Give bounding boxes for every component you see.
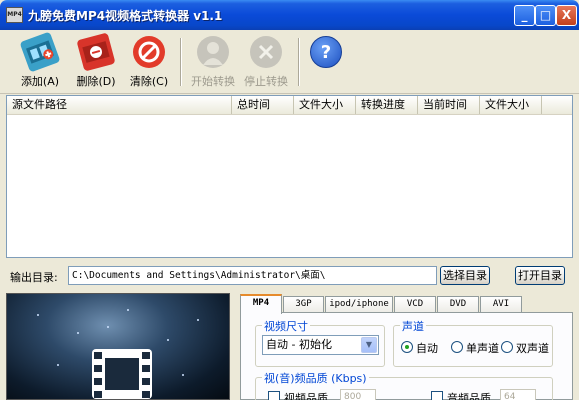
radio-auto-label: 自动 <box>416 342 438 355</box>
stop-icon <box>250 36 282 68</box>
toolbar-separator <box>180 38 182 86</box>
clear-button-label: 清除(C) <box>129 75 169 88</box>
audio-quality-label: 音频品质 <box>447 392 491 400</box>
video-size-select[interactable]: 自动 - 初始化 ▼ <box>262 335 379 355</box>
radio-stereo[interactable] <box>501 341 513 353</box>
clear-button[interactable]: 清除(C) <box>119 34 179 90</box>
column-source-path[interactable]: 源文件路径 <box>7 96 232 114</box>
person-start-icon <box>197 36 229 68</box>
help-icon: ? <box>310 36 342 68</box>
preview-star <box>167 339 169 341</box>
chevron-down-icon[interactable]: ▼ <box>361 337 377 353</box>
clear-icon <box>133 36 165 68</box>
audio-channel-group: 声道 自动 单声道 双声道 <box>393 318 553 367</box>
radio-stereo-label: 双声道 <box>516 342 549 355</box>
preview-star <box>77 332 79 334</box>
preview-star <box>127 309 129 311</box>
film-delete-icon <box>76 32 116 72</box>
video-size-group: 视频尺寸 自动 - 初始化 ▼ <box>255 318 385 367</box>
preview-star <box>57 364 59 366</box>
window-title: 九膀免费MP4视频格式转换器 v1.1 <box>28 9 223 23</box>
radio-mono-label: 单声道 <box>466 342 499 355</box>
add-button-label: 添加(A) <box>20 75 60 88</box>
tab-vcd[interactable]: VCD <box>394 296 436 313</box>
preview-star <box>197 319 199 321</box>
column-total-time[interactable]: 总时间 <box>232 96 294 114</box>
audio-channel-title: 声道 <box>400 318 426 334</box>
column-progress[interactable]: 转换进度 <box>356 96 418 114</box>
minimize-button[interactable]: _ <box>514 5 535 26</box>
video-quality-input[interactable]: 800 <box>340 389 376 400</box>
quality-group: 视(音)频品质 (Kbps) 视频品质 800 音频品质 64 <box>255 370 553 400</box>
output-dir-input[interactable]: C:\Documents and Settings\Administrator\… <box>68 266 437 285</box>
help-glyph: ? <box>320 41 332 63</box>
video-quality-label: 视频品质 <box>284 392 328 400</box>
file-list[interactable]: 源文件路径 总时间 文件大小 转换进度 当前时间 文件大小 <box>6 95 573 258</box>
add-button[interactable]: 添加(A) <box>10 31 70 90</box>
start-convert-button[interactable]: 开始转换 <box>183 34 243 90</box>
tab-avi[interactable]: AVI <box>480 296 522 313</box>
video-size-title: 视频尺寸 <box>262 318 310 334</box>
output-dir-label: 输出目录: <box>10 271 58 284</box>
help-button[interactable]: ? <box>296 34 356 90</box>
audio-quality-checkbox[interactable] <box>431 391 443 400</box>
column-file-size[interactable]: 文件大小 <box>294 96 356 114</box>
start-convert-label: 开始转换 <box>191 75 235 88</box>
video-preview <box>6 293 230 400</box>
radio-auto[interactable] <box>401 341 413 353</box>
column-output-size[interactable]: 文件大小 <box>480 96 542 114</box>
tab-dvd[interactable]: DVD <box>437 296 479 313</box>
film-reel-icon <box>92 349 152 399</box>
video-size-value: 自动 - 初始化 <box>266 338 332 351</box>
mp4-settings-panel: 视频尺寸 自动 - 初始化 ▼ 声道 自动 单声道 双声道 视(音)频品质 (K… <box>240 312 573 400</box>
open-dir-button[interactable]: 打开目录 <box>515 266 565 285</box>
tab-ipod-iphone[interactable]: ipod/iphone <box>325 296 393 313</box>
toolbar: 添加(A) 删除(D) 清除(C) 开始转换 停止转换 ? <box>0 30 579 94</box>
tab-3gp[interactable]: 3GP <box>283 296 324 313</box>
app-icon: MP4 <box>6 7 23 23</box>
column-current-time[interactable]: 当前时间 <box>418 96 480 114</box>
stop-convert-button[interactable]: 停止转换 <box>236 34 296 90</box>
tab-mp4[interactable]: MP4 <box>240 294 282 314</box>
radio-mono[interactable] <box>451 341 463 353</box>
preview-star <box>107 326 109 328</box>
audio-quality-input[interactable]: 64 <box>500 389 536 400</box>
video-quality-checkbox[interactable] <box>268 391 280 400</box>
delete-button[interactable]: 删除(D) <box>66 32 126 90</box>
stop-convert-label: 停止转换 <box>244 75 288 88</box>
preview-star <box>182 374 184 376</box>
file-list-header: 源文件路径 总时间 文件大小 转换进度 当前时间 文件大小 <box>7 96 572 115</box>
quality-title: 视(音)频品质 (Kbps) <box>262 370 369 386</box>
choose-dir-button[interactable]: 选择目录 <box>440 266 490 285</box>
film-add-icon <box>19 31 61 73</box>
preview-star <box>37 314 39 316</box>
delete-button-label: 删除(D) <box>76 75 116 88</box>
maximize-button[interactable]: □ <box>535 5 556 26</box>
title-bar[interactable]: MP4 九膀免费MP4视频格式转换器 v1.1 _ □ X <box>0 0 579 30</box>
close-button[interactable]: X <box>556 5 577 26</box>
